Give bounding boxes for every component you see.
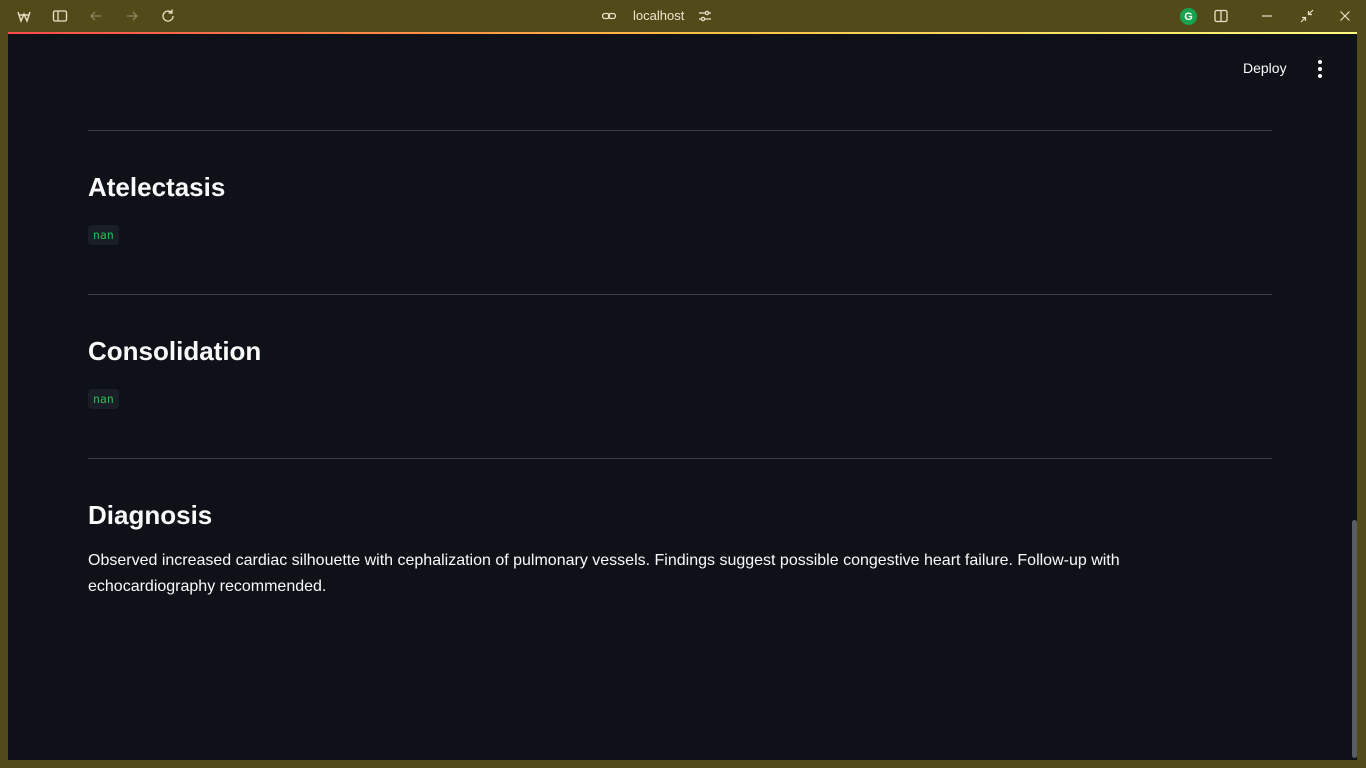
- split-view-icon[interactable]: [1212, 7, 1230, 25]
- streamlit-app: Deploy Atelectasis nan Consolidation nan…: [8, 32, 1357, 760]
- section-title-diagnosis: Diagnosis: [88, 500, 213, 530]
- vertical-scrollbar[interactable]: [1352, 520, 1357, 758]
- site-settings-icon[interactable]: [696, 7, 714, 25]
- diagnosis-text: Observed increased cardiac silhouette wi…: [88, 552, 1120, 595]
- divider: [88, 294, 1272, 295]
- minimize-icon[interactable]: [1258, 7, 1276, 25]
- section-title-consolidation: Consolidation: [88, 336, 262, 366]
- reload-icon[interactable]: [159, 7, 177, 25]
- sidebar-toggle-icon[interactable]: [51, 7, 69, 25]
- section-title-atelectasis: Atelectasis: [88, 172, 226, 202]
- main-menu-icon[interactable]: [1310, 59, 1330, 79]
- deploy-button[interactable]: Deploy: [1243, 60, 1287, 76]
- consolidation-value: nan: [88, 389, 119, 409]
- divider: [88, 458, 1272, 459]
- running-progress-bar: [8, 32, 1357, 34]
- browser-titlebar: localhost G: [0, 0, 1366, 32]
- link-icon[interactable]: [600, 7, 618, 25]
- address-bar-url[interactable]: localhost: [633, 8, 684, 23]
- grammarly-icon[interactable]: G: [1180, 8, 1197, 25]
- close-icon[interactable]: [1336, 7, 1354, 25]
- back-icon[interactable]: [87, 7, 105, 25]
- forward-icon[interactable]: [123, 7, 141, 25]
- divider: [88, 130, 1272, 131]
- app-logo-icon[interactable]: [15, 7, 33, 25]
- restore-icon[interactable]: [1298, 7, 1316, 25]
- atelectasis-value: nan: [88, 225, 119, 245]
